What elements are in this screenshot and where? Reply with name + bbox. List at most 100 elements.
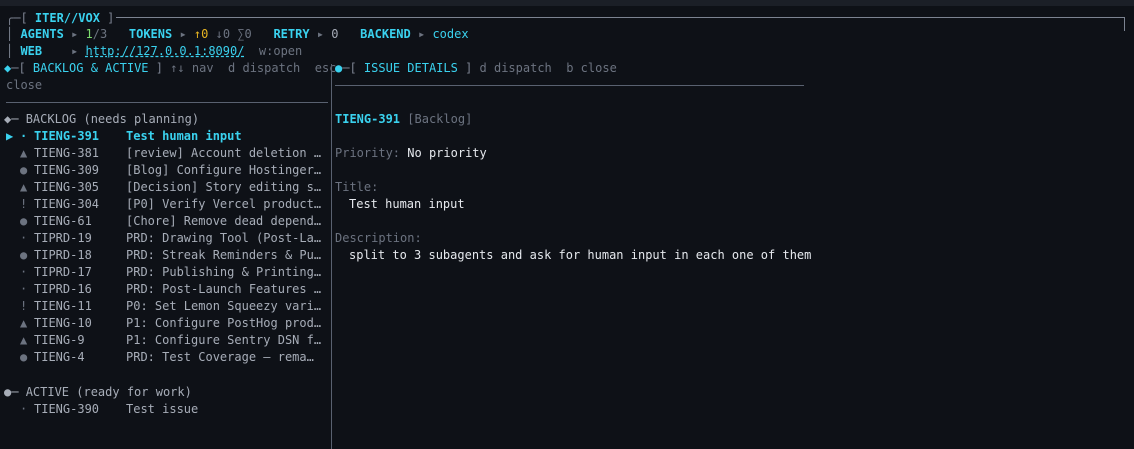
agents-active-count: 1 (85, 27, 93, 41)
issue-title-cell: [Decision] Story editing sc… (126, 180, 326, 194)
hint-close-right[interactable]: b close (566, 61, 617, 75)
agents-total: /3 (92, 27, 108, 41)
issue-id-cell: TIENG-304 (34, 197, 100, 211)
right-panel-divider (335, 85, 804, 86)
header-status-line: │ AGENTS ▸ 1/3 TOKENS ▸ ↑0 ↓0 ∑0 RETRY ▸… (6, 27, 469, 41)
header-frame-top: ╭─[ ITER//VOX ] (6, 11, 115, 25)
header-frame-rule (116, 17, 1124, 18)
tokens-down: ↓0 (215, 27, 231, 41)
retry-value: 0 (331, 27, 339, 41)
backend-value: codex (432, 27, 469, 41)
list-item[interactable]: ▶ · TIENG-391 Test human input (6, 128, 328, 145)
hint-dispatch-right[interactable]: d dispatch (480, 61, 552, 75)
agents-label: AGENTS (20, 27, 64, 41)
priority-icon: ● (20, 214, 28, 228)
selection-cursor-icon (6, 179, 20, 196)
issue-title-cell: PRD: Publishing & Printing … (126, 265, 326, 279)
issue-title-cell: [P0] Verify Vercel producti… (126, 197, 326, 211)
issue-id-cell: TIENG-390 (34, 402, 100, 416)
selection-cursor-icon (6, 213, 20, 230)
backlog-heading: ◆─ BACKLOG (needs planning) (4, 112, 200, 126)
list-item[interactable]: · TIENG-390 Test issue (6, 401, 328, 418)
terminal-window: ╭─[ ITER//VOX ] │ AGENTS ▸ 1/3 TOKENS ▸ … (0, 0, 1134, 449)
description-value: split to 3 subagents and ask for human i… (349, 248, 812, 262)
description-label: Description: (335, 231, 422, 245)
list-item[interactable]: · TIPRD-17 PRD: Publishing & Printing … (6, 264, 328, 281)
active-bullet-icon: ● (4, 385, 12, 399)
web-open-hint[interactable]: w:open (259, 44, 302, 58)
issue-title-cell: PRD: Streak Reminders & Pus… (126, 248, 326, 262)
issue-id-cell: TIPRD-18 (34, 248, 92, 262)
right-panel-title: ISSUE DETAILS (363, 61, 458, 75)
issue-title-cell: [review] Account deletion m… (126, 146, 326, 160)
priority-icon: · (20, 231, 28, 245)
list-item[interactable]: ▲ TIENG-381 [review] Account deletion m… (6, 145, 328, 162)
priority-icon: · (20, 129, 28, 143)
priority-icon: ▲ (20, 333, 28, 347)
hint-dispatch-left[interactable]: d dispatch (228, 61, 300, 75)
list-item[interactable]: · TIPRD-19 PRD: Drawing Tool (Post-Lau… (6, 230, 328, 247)
priority-icon: · (20, 402, 28, 416)
priority-icon: ● (20, 350, 28, 364)
issue-id-cell: TIENG-9 (34, 333, 85, 347)
priority-icon: ● (20, 248, 28, 262)
list-item[interactable]: ● TIPRD-18 PRD: Streak Reminders & Pus… (6, 247, 328, 264)
list-item[interactable]: ▲ TIENG-9 P1: Configure Sentry DSN fo… (6, 332, 328, 349)
issue-id-cell: TIENG-381 (34, 146, 100, 160)
hint-esc[interactable]: esc (315, 61, 337, 75)
window-top-strip (0, 0, 1134, 6)
backend-label: BACKEND (360, 27, 411, 41)
selection-cursor-icon (6, 196, 20, 213)
issue-id-cell: TIENG-11 (34, 299, 92, 313)
list-item[interactable]: ● TIENG-61 [Chore] Remove dead depende… (6, 213, 328, 230)
priority-icon: · (20, 282, 28, 296)
list-item[interactable]: ● TIENG-309 [Blog] Configure Hostinger … (6, 162, 328, 179)
selection-cursor-icon: ▶ (6, 129, 14, 143)
selection-cursor-icon (6, 401, 20, 418)
selection-cursor-icon (6, 298, 20, 315)
priority-value: No priority (407, 146, 487, 160)
issue-id-cell: TIENG-391 (34, 129, 100, 143)
retry-label: RETRY (273, 27, 310, 41)
list-item[interactable]: ▲ TIENG-305 [Decision] Story editing sc… (6, 179, 328, 196)
issue-state: [Backlog] (407, 112, 473, 126)
backlog-bullet-icon: ◆ (4, 112, 12, 126)
issue-title-cell: P1: Configure Sentry DSN fo… (126, 333, 326, 347)
tokens-up: ↑0 (193, 27, 209, 41)
left-panel-title: BACKLOG & ACTIVE (32, 61, 149, 75)
priority-icon: ● (20, 163, 28, 177)
list-item[interactable]: · TIPRD-16 PRD: Post-Launch Features B… (6, 281, 328, 298)
hint-nav: ↑↓ nav (170, 61, 214, 75)
issue-id-cell: TIPRD-16 (34, 282, 92, 296)
list-item[interactable]: ▲ TIENG-10 P1: Configure PostHog produ… (6, 315, 328, 332)
issue-title-cell: P0: Set Lemon Squeezy varia… (126, 299, 326, 313)
priority-icon: ▲ (20, 316, 28, 330)
selection-cursor-icon (6, 281, 20, 298)
title-label: Title: (335, 180, 379, 194)
issue-title-cell: Test issue (126, 402, 199, 416)
list-item[interactable]: ! TIENG-304 [P0] Verify Vercel producti… (6, 196, 328, 213)
list-item[interactable]: ! TIENG-11 P0: Set Lemon Squeezy varia… (6, 298, 328, 315)
selection-cursor-icon (6, 247, 20, 264)
priority-line: Priority: No priority (335, 145, 487, 162)
issue-title-cell: Test human input (126, 129, 242, 143)
issue-id-cell: TIENG-61 (34, 214, 92, 228)
left-panel-divider (6, 102, 328, 103)
selection-cursor-icon (6, 145, 20, 162)
issue-id-cell: TIENG-309 (34, 163, 100, 177)
issue-title-cell: [Blog] Configure Hostinger … (126, 163, 326, 177)
priority-label: Priority: (335, 146, 401, 160)
header-frame-corner (1124, 17, 1125, 31)
hint-close-left[interactable]: close (6, 77, 42, 94)
priority-icon: ▲ (20, 180, 28, 194)
issue-id-cell: TIPRD-17 (34, 265, 92, 279)
selection-cursor-icon (6, 264, 20, 281)
active-heading: ●─ ACTIVE (ready for work) (4, 385, 192, 399)
issue-title-cell: PRD: Test Coverage — rema… (126, 350, 314, 364)
list-item[interactable]: ● TIENG-4 PRD: Test Coverage — rema… (6, 349, 328, 366)
title-value: Test human input (349, 197, 465, 211)
app-title: ITER//VOX (34, 11, 100, 25)
issue-title-cell: PRD: Drawing Tool (Post-Lau… (126, 231, 326, 245)
issue-heading: TIENG-391 [Backlog] (335, 111, 472, 128)
web-url-link[interactable]: http://127.0.0.1:8090/ (86, 44, 245, 58)
